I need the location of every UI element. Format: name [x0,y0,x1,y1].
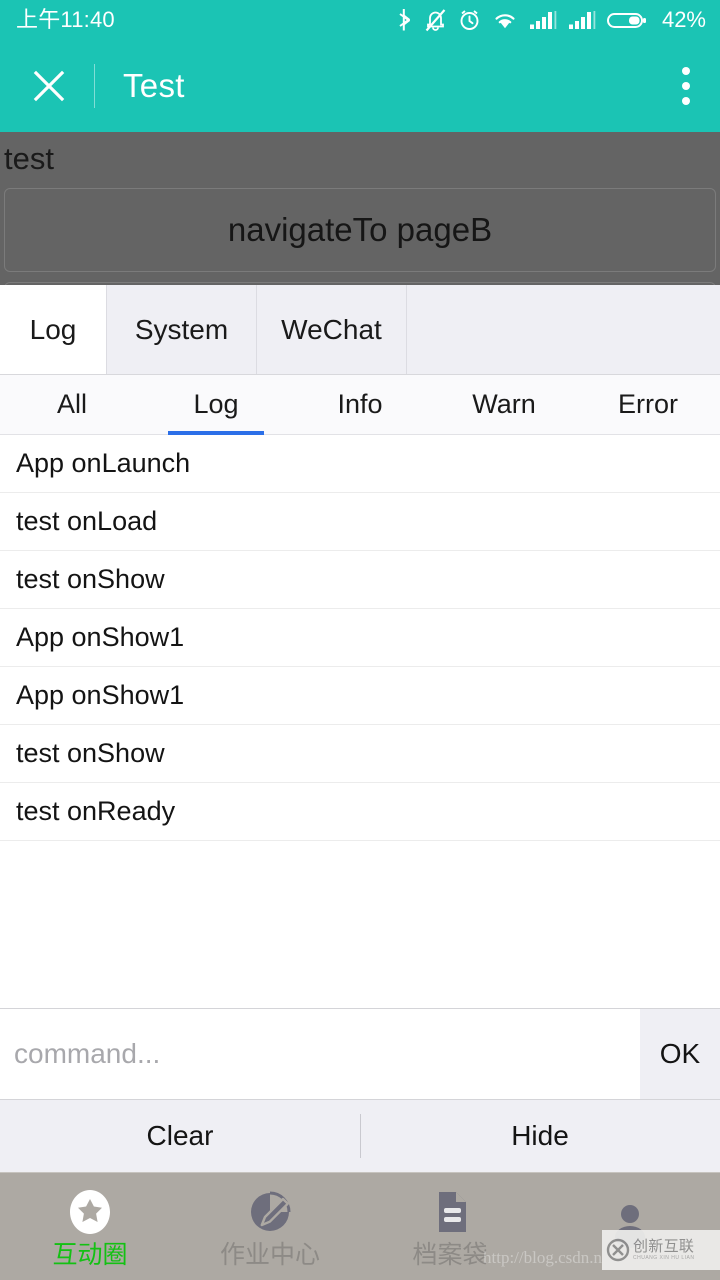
mini-program-page-preview: test navigateTo pageB redirectTo pageB [0,132,720,285]
watermark-url: http://blog.csdn.n [483,1248,602,1268]
signal-icon-2 [568,8,596,32]
console-panel: Log System WeChat All Log Info Warn Erro… [0,285,720,1172]
watermark-main-text: 创新互联 [633,1239,695,1254]
battery-percent-label: 42% [662,9,706,31]
watermark-text: 创新互联 CHUANG XIN HU LIAN [633,1239,695,1261]
command-submit-button[interactable]: OK [640,1009,720,1099]
navigate-to-pageb-button[interactable]: navigateTo pageB [4,188,716,272]
filter-warn[interactable]: Warn [432,375,576,434]
screen-root: 上午11:40 [0,0,720,1280]
console-log-list[interactable]: App onLaunch test onLoad test onShow App… [0,435,720,1008]
filter-error[interactable]: Error [576,375,720,434]
status-bar: 上午11:40 [0,0,720,40]
command-input[interactable] [0,1009,640,1099]
filter-info[interactable]: Info [288,375,432,434]
watermark: 创新互联 CHUANG XIN HU LIAN [602,1230,720,1270]
console-tab-system[interactable]: System [107,285,257,374]
filter-log[interactable]: Log [144,375,288,434]
battery-icon [607,8,647,32]
close-icon[interactable] [30,67,68,105]
log-entry: App onLaunch [0,435,720,493]
log-entry: App onShow1 [0,667,720,725]
clear-button[interactable]: Clear [0,1100,360,1172]
app-header: Test [0,40,720,132]
tab-item-hudongquan[interactable]: 互动圈 [0,1186,180,1268]
status-bar-icons: 42% [396,8,706,32]
redirect-to-pageb-button[interactable]: redirectTo pageB [4,282,716,285]
signal-icon-1 [529,8,557,32]
watermark-sub-text: CHUANG XIN HU LIAN [633,1256,695,1261]
mute-icon [424,8,447,32]
more-vertical-icon[interactable] [686,67,698,105]
console-command-row: OK [0,1008,720,1100]
status-bar-clock: 上午11:40 [16,9,115,31]
log-entry: App onShow1 [0,609,720,667]
log-entry: test onShow [0,725,720,783]
console-tab-log[interactable]: Log [0,285,107,374]
pencil-pie-icon [244,1186,296,1238]
wifi-icon [492,8,518,32]
circled-x-logo [606,1238,630,1262]
console-tab-filler [407,285,720,374]
console-tab-strip: Log System WeChat [0,285,720,375]
star-circle-icon [64,1186,116,1238]
tab-label-zuoyezhongxin: 作业中心 [220,1243,320,1268]
page-title: Test [123,67,686,105]
log-entry: test onLoad [0,493,720,551]
filter-all[interactable]: All [0,375,144,434]
tab-label-danganai: 档案袋 [412,1243,487,1268]
header-divider [94,64,95,108]
console-tab-wechat[interactable]: WeChat [257,285,407,374]
tab-item-zuoyezhongxin[interactable]: 作业中心 [180,1186,360,1268]
document-icon [424,1186,476,1238]
log-entry: test onShow [0,551,720,609]
bottom-tab-bar: 互动圈 作业中心 档案袋 [0,1172,720,1280]
page-content-label: test [0,132,720,184]
log-entry: test onReady [0,783,720,841]
bluetooth-icon [396,8,413,32]
console-filter-bar: All Log Info Warn Error [0,375,720,435]
hide-button[interactable]: Hide [360,1100,720,1172]
alarm-icon [458,8,481,32]
console-action-row: Clear Hide [0,1100,720,1172]
tab-label-hudongquan: 互动圈 [52,1243,127,1268]
